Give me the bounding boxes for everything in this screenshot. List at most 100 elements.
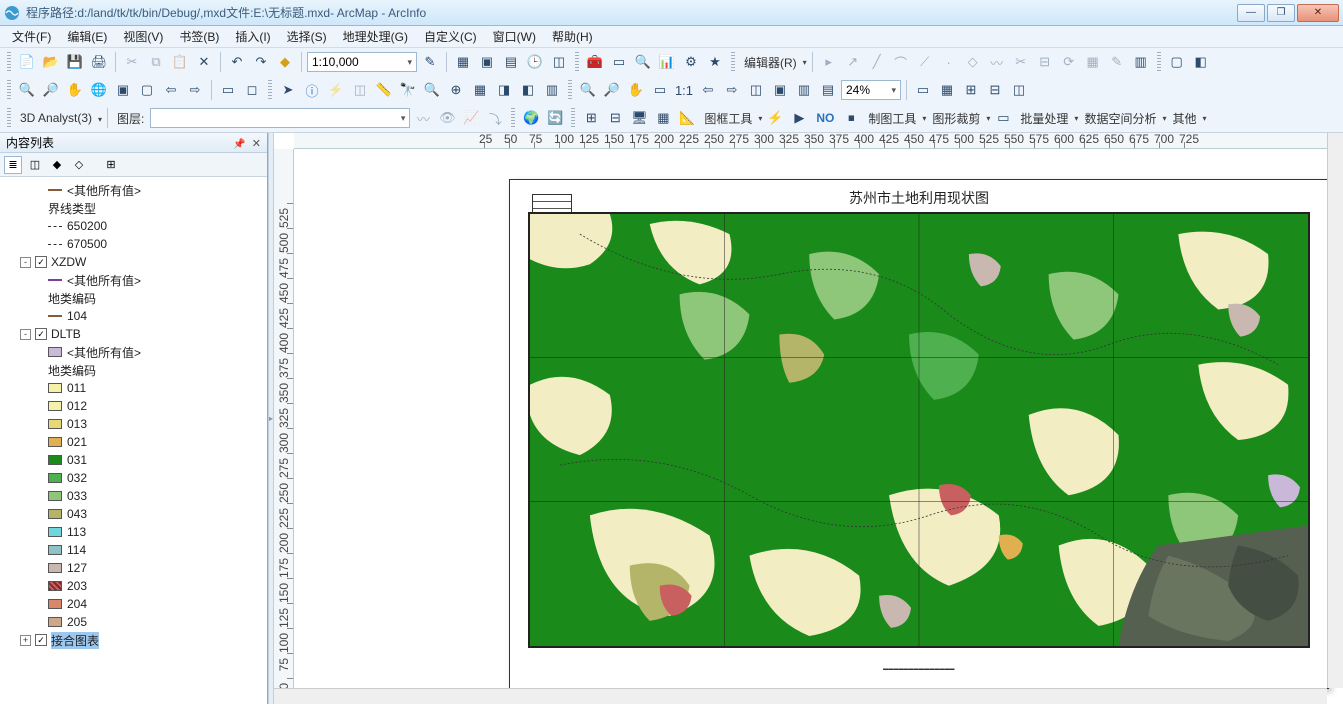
zoom-pct-combo[interactable]: 24% <box>841 80 901 100</box>
globe-button[interactable]: 🌍 <box>520 107 542 129</box>
tree-row[interactable]: 021 <box>2 433 265 451</box>
cut-button[interactable]: ✂ <box>121 51 143 73</box>
model-button[interactable]: ▣ <box>476 51 498 73</box>
map-frame[interactable] <box>528 212 1310 648</box>
toolbar-grip[interactable] <box>571 108 575 128</box>
layout-zoom-out-button[interactable]: 🔎 <box>601 79 623 101</box>
arc-button[interactable]: ⌒ <box>890 51 912 73</box>
pan-button[interactable]: ✋ <box>64 79 86 101</box>
tree-row[interactable]: -✓DLTB <box>2 325 265 343</box>
zoom-in-button[interactable]: 🔍 <box>16 79 38 101</box>
layout-whole-page-button[interactable]: ▭ <box>649 79 671 101</box>
ruler-button[interactable]: ▦ <box>936 79 958 101</box>
profile-button[interactable]: 📈 <box>460 107 482 129</box>
close-panel-icon[interactable]: ✕ <box>252 138 261 150</box>
data-driven-button[interactable]: ▤ <box>817 79 839 101</box>
page-area[interactable]: 苏州市土地利用现状图 <box>294 149 1343 704</box>
find-button[interactable]: 🔭 <box>397 79 419 101</box>
tree-row[interactable]: 114 <box>2 541 265 559</box>
ruler2-button[interactable]: 📐 <box>676 107 698 129</box>
environ-button[interactable]: ⚙ <box>680 51 702 73</box>
sketch-button[interactable]: ✎ <box>1106 51 1128 73</box>
menu-insert[interactable]: 插入(I) <box>227 26 278 47</box>
editor-menu[interactable]: 编辑器(R) <box>740 54 807 71</box>
page-setup-button[interactable]: ▭ <box>912 79 934 101</box>
tree-checkbox[interactable]: ✓ <box>35 634 47 646</box>
layout-pan-button[interactable]: ✋ <box>625 79 647 101</box>
menu-help[interactable]: 帮助(H) <box>544 26 601 47</box>
tree-row[interactable]: 地类编码 <box>2 289 265 307</box>
clip-rect-button[interactable]: ▭ <box>992 107 1014 129</box>
tree-row[interactable]: 011 <box>2 379 265 397</box>
calc-button[interactable]: ▦ <box>652 107 674 129</box>
save-button[interactable]: 💾 <box>64 51 86 73</box>
tree-toggle[interactable]: + <box>20 635 31 646</box>
tree-toggle[interactable]: - <box>20 329 31 340</box>
open-button[interactable]: 📂 <box>40 51 62 73</box>
toolbar-grip[interactable] <box>575 52 579 72</box>
menu-geoproc[interactable]: 地理处理(G) <box>335 26 416 47</box>
add-data-button[interactable]: ◆ <box>274 51 296 73</box>
focus-button[interactable]: ▣ <box>769 79 791 101</box>
layer-combo[interactable] <box>150 108 410 128</box>
redo-button[interactable]: ↷ <box>250 51 272 73</box>
point-button[interactable]: · <box>938 51 960 73</box>
stop-button[interactable]: ⏹ <box>840 107 862 129</box>
trace-button[interactable]: ⟋ <box>914 51 936 73</box>
tree-row[interactable]: 013 <box>2 415 265 433</box>
toolbar-grip[interactable] <box>7 80 11 100</box>
select-features-button[interactable]: ▭ <box>217 79 239 101</box>
toolbar-grip[interactable] <box>731 52 735 72</box>
margins-button[interactable]: ◫ <box>1008 79 1030 101</box>
layout-next-button[interactable]: ⇨ <box>721 79 743 101</box>
results-button[interactable]: 📊 <box>656 51 678 73</box>
find-route-button[interactable]: 🔍 <box>421 79 443 101</box>
maximize-button[interactable]: ❐ <box>1267 4 1295 22</box>
play-button[interactable]: ▶ <box>788 107 810 129</box>
los-button[interactable]: 👁 <box>436 107 458 129</box>
create-features-button[interactable]: ▥ <box>1130 51 1152 73</box>
zoom-out-button[interactable]: 🔎 <box>40 79 62 101</box>
tree-toggle[interactable]: - <box>20 257 31 268</box>
tree-row[interactable]: <其他所有值> <box>2 343 265 361</box>
editor-toolbar-button[interactable]: ✎ <box>419 51 441 73</box>
favorites-button[interactable]: ★ <box>704 51 726 73</box>
tree-row[interactable]: 031 <box>2 451 265 469</box>
menu-bookmark[interactable]: 书签(B) <box>171 26 227 47</box>
fixed-zoom-out-button[interactable]: ▢ <box>136 79 158 101</box>
goto-xy-button[interactable]: ⊕ <box>445 79 467 101</box>
toolbar-grip[interactable] <box>7 52 11 72</box>
spatial-anal-menu[interactable]: 数据空间分析 <box>1080 110 1166 127</box>
delete-button[interactable]: ✕ <box>193 51 215 73</box>
tree-row[interactable]: 012 <box>2 397 265 415</box>
sel-elements-button[interactable]: ▦ <box>452 51 474 73</box>
swipe-button[interactable]: ◧ <box>517 79 539 101</box>
tree-row[interactable]: 650200 <box>2 217 265 235</box>
python-button[interactable]: ▭ <box>608 51 630 73</box>
effects-button[interactable]: ◨ <box>493 79 515 101</box>
tree-row[interactable]: -✓XZDW <box>2 253 265 271</box>
toc-tab-options[interactable]: ⊞ <box>102 156 120 174</box>
scale-combo[interactable]: 1:10,000 <box>307 52 417 72</box>
edit-tool-button[interactable]: ▸ <box>818 51 840 73</box>
identify-button[interactable]: ⓘ <box>301 79 323 101</box>
toc-tab-selection[interactable]: ◇ <box>70 156 88 174</box>
edit-anno-button[interactable]: ↗ <box>842 51 864 73</box>
clip-tools-menu[interactable]: 图形裁剪 <box>928 110 990 127</box>
grid1-button[interactable]: ⊞ <box>580 107 602 129</box>
hyperlink-button[interactable]: ⚡ <box>325 79 347 101</box>
layout-prev-button[interactable]: ⇦ <box>697 79 719 101</box>
line-button[interactable]: ╱ <box>866 51 888 73</box>
vertical-scrollbar[interactable] <box>1327 133 1343 688</box>
tree-row[interactable]: 地类编码 <box>2 361 265 379</box>
menu-custom[interactable]: 自定义(C) <box>416 26 485 47</box>
search-button[interactable]: 🔍 <box>632 51 654 73</box>
cut-poly-button[interactable]: ✂ <box>1010 51 1032 73</box>
toc-tab-drawing-order[interactable]: ≣ <box>4 156 22 174</box>
menu-file[interactable]: 文件(F) <box>4 26 59 47</box>
rotate-button[interactable]: ⟳ <box>1058 51 1080 73</box>
tree-row[interactable]: 043 <box>2 505 265 523</box>
close-button[interactable]: ✕ <box>1297 4 1339 22</box>
copy-button[interactable]: ⧉ <box>145 51 167 73</box>
horizontal-scrollbar[interactable] <box>274 688 1327 704</box>
